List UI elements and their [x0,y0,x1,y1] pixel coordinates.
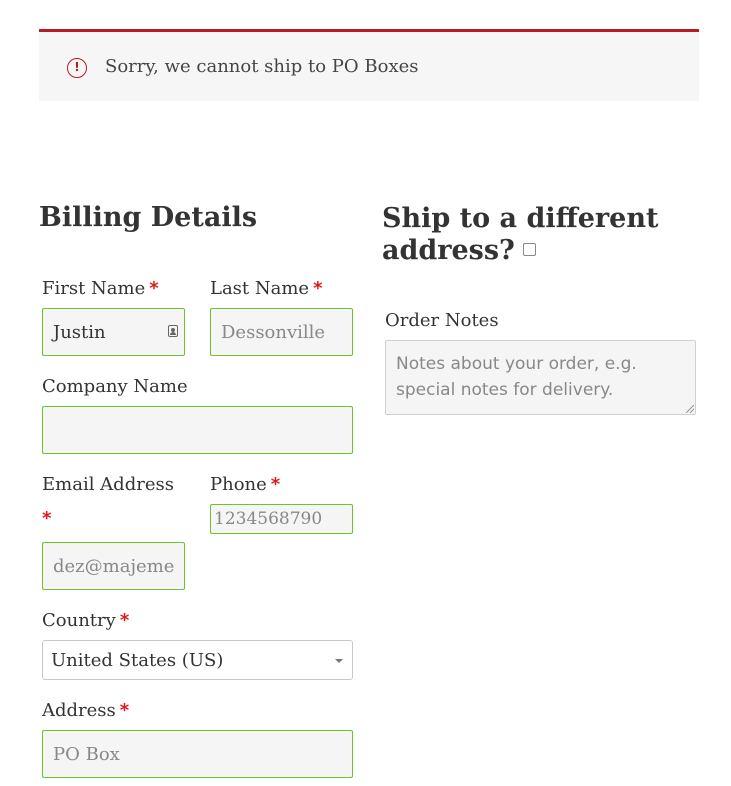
order-notes-placeholder: Notes about your order, e.g. special not… [396,354,637,400]
order-notes-label: Order Notes [385,310,499,331]
email-placeholder: dez@majeme [53,555,175,577]
required-marker: * [149,278,159,299]
last-name-input[interactable]: Dessonville [210,308,353,356]
email-input[interactable]: dez@majeme [42,542,185,590]
first-name-label: First Name * [42,278,159,299]
phone-input[interactable]: 1234568790 [210,504,353,534]
order-notes-textarea[interactable]: Notes about your order, e.g. special not… [385,340,696,415]
first-name-value: Justin [53,321,106,343]
required-marker: * [313,278,323,299]
required-marker: * [119,700,130,721]
contact-card-icon[interactable] [168,325,178,337]
ship-different-address-checkbox[interactable] [522,243,536,256]
country-selected-value: United States (US) [51,649,224,671]
phone-placeholder: 1234568790 [214,509,323,529]
resize-handle-icon[interactable] [686,405,694,413]
address-label: Address * [42,700,130,721]
email-required-marker: * [42,508,52,529]
last-name-label: Last Name * [210,278,323,299]
phone-label: Phone * [210,474,281,495]
alert-circle-icon: ! [67,58,87,78]
country-label: Country * [42,610,130,631]
address-placeholder: PO Box [53,743,120,765]
billing-details-heading: Billing Details [39,202,258,233]
company-name-label: Company Name [42,376,188,397]
ship-different-address-heading: Ship to a different address? [382,203,659,266]
country-select[interactable]: United States (US) [42,640,353,680]
error-notice: ! Sorry, we cannot ship to PO Boxes [39,29,699,101]
company-name-input[interactable] [42,406,353,454]
email-address-label: Email Address [42,474,174,495]
required-marker: * [119,610,130,631]
required-marker: * [270,474,281,495]
first-name-input[interactable]: Justin [42,308,185,356]
chevron-down-icon[interactable] [335,659,343,663]
last-name-placeholder: Dessonville [221,321,326,343]
notice-message: Sorry, we cannot ship to PO Boxes [105,56,419,77]
address-input[interactable]: PO Box [42,730,353,778]
